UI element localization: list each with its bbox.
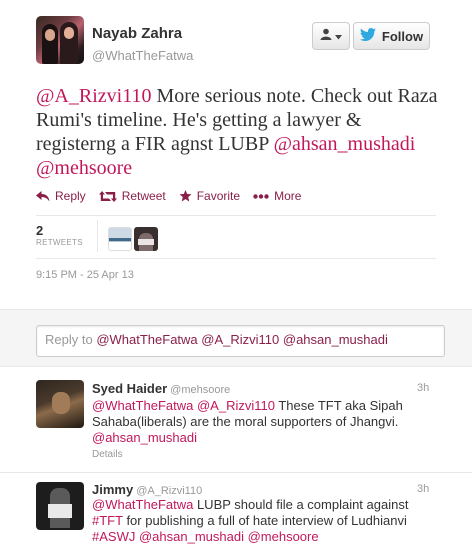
reply-mention: @WhatTheFatwa [96, 332, 198, 347]
more-label: More [274, 189, 302, 203]
tweet-text: @A_Rizvi110 More serious note. Check out… [36, 84, 446, 180]
mention-link[interactable]: @WhatTheFatwa [92, 398, 193, 413]
retweet-count-label: RETWEETS [36, 238, 83, 247]
author-full-name[interactable]: Nayab Zahra [92, 25, 182, 42]
mention-link[interactable]: @mehsoore [36, 157, 132, 179]
retweet-count[interactable]: 2 [36, 223, 43, 238]
favorite-action[interactable]: Favorite [179, 189, 240, 203]
text-segment: LUBP should file a complaint against [193, 497, 409, 512]
reply-author-name[interactable]: Syed Haider [92, 381, 167, 396]
reply-header: Syed Haider @mehsoore [92, 380, 230, 398]
mention-link[interactable]: @ahsan_mushadi [274, 133, 416, 155]
mention-link[interactable]: @WhatTheFatwa [92, 497, 193, 512]
tweet-timestamp[interactable]: 9:15 PM - 25 Apr 13 [36, 269, 134, 281]
divider [36, 215, 436, 216]
reply-author-name[interactable]: Jimmy [92, 482, 133, 497]
follow-button[interactable]: Follow [353, 22, 430, 50]
reply-avatar[interactable] [36, 380, 84, 428]
more-dots-icon [253, 193, 269, 199]
star-icon [179, 190, 192, 202]
reply-text: @WhatTheFatwa LUBP should file a complai… [92, 497, 432, 545]
reply-time[interactable]: 3h [417, 483, 429, 495]
reply-icon [36, 190, 50, 202]
reply-mention: @A_Rizvi110 [197, 332, 280, 347]
retweet-action[interactable]: Retweet [98, 189, 166, 203]
mention-link[interactable]: @ahsan_mushadi [92, 430, 197, 445]
reply-action[interactable]: Reply [36, 189, 86, 203]
stats-divider [97, 220, 98, 252]
reply-prefix: Reply to [45, 332, 97, 347]
reply-text: @WhatTheFatwa @A_Rizvi110 These TFT aka … [92, 398, 432, 446]
reply-tweet[interactable]: Syed Haider @mehsoore 3h @WhatTheFatwa @A… [0, 368, 472, 473]
caret-down-icon [335, 27, 342, 45]
more-action[interactable]: More [253, 189, 301, 203]
user-icon [320, 27, 332, 45]
reply-details-link[interactable]: Details [92, 449, 123, 460]
reply-avatar[interactable] [36, 482, 84, 530]
mention-link[interactable]: @ahsan_mushadi [139, 529, 244, 544]
reply-input[interactable]: Reply to @WhatTheFatwa @A_Rizvi110 @ahsa… [36, 325, 445, 357]
favorite-label: Favorite [196, 189, 241, 203]
tweet-actions: Reply Retweet Favorite More [36, 189, 314, 203]
hashtag-link[interactable]: #TFT [92, 513, 123, 528]
mention-link[interactable]: @A_Rizvi110 [197, 398, 275, 413]
hashtag-link[interactable]: #ASWJ [92, 529, 135, 544]
mention-link[interactable]: @mehsoore [248, 529, 319, 544]
retweet-label: Retweet [121, 189, 166, 203]
retweet-icon [98, 190, 117, 202]
follow-label: Follow [381, 28, 424, 44]
reply-tweet[interactable]: Jimmy @A_Rizvi110 3h @WhatTheFatwa LUBP s… [0, 474, 472, 547]
reply-author-username[interactable]: @A_Rizvi110 [136, 485, 202, 497]
retweeter-avatar[interactable] [134, 227, 158, 251]
reply-author-username[interactable]: @mehsoore [170, 384, 230, 396]
reply-label: Reply [55, 189, 86, 203]
twitter-bird-icon [359, 28, 376, 44]
author-avatar[interactable] [36, 16, 84, 64]
retweeter-avatar[interactable] [108, 227, 132, 251]
divider [36, 258, 436, 259]
mention-link[interactable]: @A_Rizvi110 [36, 85, 151, 107]
reply-mention: @ahsan_mushadi [279, 332, 388, 347]
reply-time[interactable]: 3h [417, 382, 429, 394]
user-actions-dropdown[interactable] [312, 22, 350, 50]
author-username[interactable]: @WhatTheFatwa [92, 48, 193, 63]
text-segment: for publishing a full of hate interview … [122, 513, 407, 528]
